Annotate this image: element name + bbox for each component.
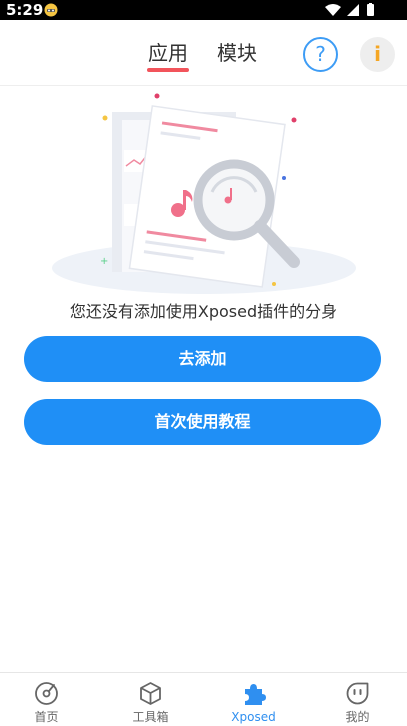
nav-label-toolbox: 工具箱 xyxy=(132,710,169,724)
wifi-icon xyxy=(325,4,341,16)
status-time: 5:29 xyxy=(6,1,44,19)
svg-text:+: + xyxy=(100,256,108,267)
nav-label-xposed: Xposed xyxy=(231,710,276,724)
home-disc-icon xyxy=(35,682,58,705)
info-icon: i xyxy=(374,42,381,66)
tab-app[interactable]: 应用 xyxy=(148,40,188,66)
nav-item-mine[interactable]: 我的 xyxy=(307,673,407,726)
nav-item-home[interactable]: 首页 xyxy=(0,673,97,726)
nav-label-mine: 我的 xyxy=(345,710,370,724)
top-nav: 应用 模块 ? i xyxy=(0,20,407,86)
status-icons xyxy=(325,3,374,16)
status-bar: 5:29 xyxy=(0,0,407,20)
empty-state-message: 您还没有添加使用Xposed插件的分身 xyxy=(69,302,338,321)
help-button[interactable]: ? xyxy=(303,37,338,72)
active-tab-indicator xyxy=(147,68,189,72)
tab-module[interactable]: 模块 xyxy=(217,40,257,66)
signal-icon xyxy=(347,4,359,16)
bottom-nav: 首页 工具箱 Xposed 我的 xyxy=(0,672,407,726)
nav-item-toolbox[interactable]: 工具箱 xyxy=(100,673,201,726)
empty-state-illustration: + xyxy=(52,93,356,294)
nav-item-xposed[interactable]: Xposed xyxy=(203,673,304,726)
info-button[interactable]: i xyxy=(360,37,395,72)
nav-label-home: 首页 xyxy=(34,710,59,724)
question-mark-icon: ? xyxy=(315,42,326,66)
notification-avatar-icon xyxy=(44,3,58,17)
box-icon xyxy=(140,682,161,705)
tutorial-button[interactable]: 首次使用教程 xyxy=(24,399,381,445)
add-button[interactable]: 去添加 xyxy=(24,336,381,382)
battery-icon xyxy=(367,4,374,16)
face-icon xyxy=(346,682,369,705)
puzzle-icon xyxy=(245,684,266,705)
